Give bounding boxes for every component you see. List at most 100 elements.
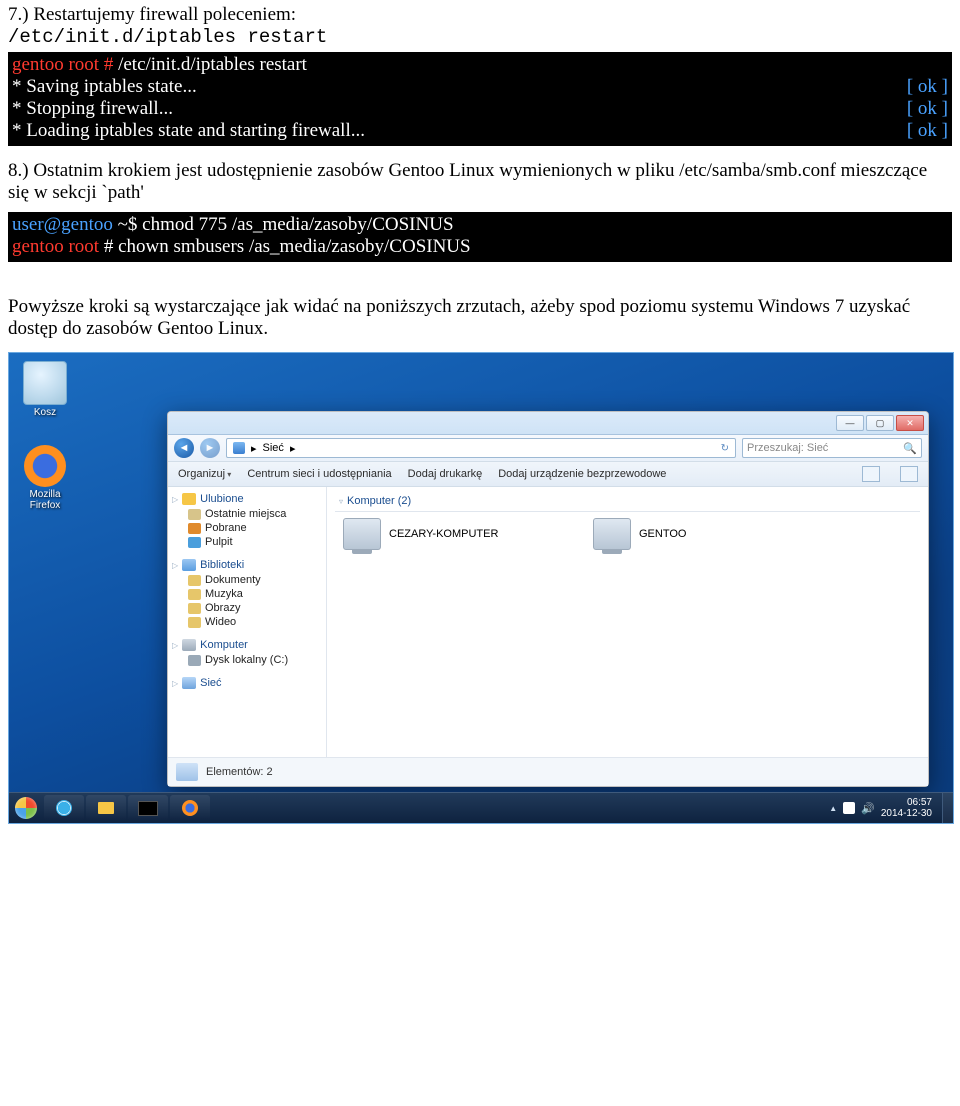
- address-sep: ▸: [251, 442, 257, 455]
- search-icon: 🔍: [903, 442, 917, 455]
- term2-l1-user: user@gentoo: [12, 214, 113, 235]
- term1-line-0-status: [ ok ]: [907, 76, 948, 98]
- sidebar-item-pictures-label: Obrazy: [205, 602, 240, 614]
- term1-prompt-cmd: /etc/init.d/iptables restart: [113, 54, 307, 75]
- volume-icon[interactable]: 🔊: [861, 802, 875, 815]
- term1-line-1-text: * Stopping firewall...: [12, 98, 173, 120]
- tray-clock[interactable]: 06:57 2014-12-30: [881, 797, 936, 819]
- nav-forward-button[interactable]: ►: [200, 438, 220, 458]
- sidebar-item-music-label: Muzyka: [205, 588, 243, 600]
- music-icon: [188, 589, 201, 600]
- terminal-block-1: gentoo root # /etc/init.d/iptables resta…: [8, 52, 952, 146]
- sidebar-item-music[interactable]: Muzyka: [172, 587, 322, 601]
- toolbar-add-wireless[interactable]: Dodaj urządzenie bezprzewodowe: [498, 468, 666, 480]
- term1-line-0: * Saving iptables state... [ ok ]: [12, 76, 948, 98]
- term2-l1-rest: ~$ chmod 775 /as_media/zasoby/COSINUS: [113, 214, 454, 235]
- sidebar-item-pictures[interactable]: Obrazy: [172, 601, 322, 615]
- help-button[interactable]: [900, 466, 918, 482]
- address-bar[interactable]: ▸ Sieć ▸ ↻: [226, 438, 736, 458]
- sidebar-item-cdrive[interactable]: Dysk lokalny (C:): [172, 653, 322, 667]
- term2-l2-rest: # chown smbusers /as_media/zasoby/COSINU…: [99, 236, 471, 257]
- address-label: Sieć: [263, 442, 284, 454]
- sidebar-favorites-header[interactable]: ▷Ulubione: [172, 493, 322, 505]
- action-center-icon[interactable]: [843, 802, 855, 814]
- sidebar-item-videos[interactable]: Wideo: [172, 615, 322, 629]
- sidebar-item-recent-label: Ostatnie miejsca: [205, 508, 286, 520]
- term1-prompt: gentoo root # /etc/init.d/iptables resta…: [12, 54, 948, 76]
- term1-line-1: * Stopping firewall... [ ok ]: [12, 98, 948, 120]
- sidebar-computer-header[interactable]: ▷Komputer: [172, 639, 322, 651]
- sidebar-libraries-label: Biblioteki: [200, 559, 244, 571]
- sidebar-item-downloads[interactable]: Pobrane: [172, 521, 322, 535]
- step7-cmd: /etc/init.d/iptables restart: [8, 26, 952, 48]
- section-header-label: Komputer (2): [347, 495, 411, 507]
- library-icon: [182, 559, 196, 571]
- term2-line-2: gentoo root # chown smbusers /as_media/z…: [12, 236, 948, 258]
- start-button[interactable]: [9, 793, 43, 823]
- sidebar-network: ▷Sieć: [172, 677, 322, 689]
- pc-icon: [593, 518, 631, 550]
- tray-expand-icon[interactable]: ▲: [829, 804, 837, 813]
- section-header-computers[interactable]: ▿Komputer (2): [335, 493, 920, 512]
- sidebar-item-documents[interactable]: Dokumenty: [172, 573, 322, 587]
- network-icon: [233, 442, 245, 454]
- network-computer-gentoo[interactable]: GENTOO: [593, 518, 813, 550]
- sidebar-favorites: ▷Ulubione Ostatnie miejsca Pobrane Pulpi…: [172, 493, 322, 549]
- taskbar-item-cmd[interactable]: [128, 795, 168, 821]
- explorer-window: — ▢ ✕ ◄ ► ▸ Sieć ▸ ↻ Przeszukaj: Sieć 🔍: [167, 411, 929, 787]
- term1-line-2: * Loading iptables state and starting fi…: [12, 120, 948, 142]
- sidebar-item-recent[interactable]: Ostatnie miejsca: [172, 507, 322, 521]
- term1-line-1-status: [ ok ]: [907, 98, 948, 120]
- tray-date: 2014-12-30: [881, 808, 932, 819]
- window-titlebar[interactable]: — ▢ ✕: [168, 412, 928, 435]
- term1-line-2-status: [ ok ]: [907, 120, 948, 142]
- network-computer-cezary[interactable]: CEZARY-KOMPUTER: [343, 518, 563, 550]
- address-sep-2: ▸: [290, 442, 296, 455]
- network-computer-cezary-label: CEZARY-KOMPUTER: [389, 528, 498, 540]
- firefox-label: Mozilla Firefox: [15, 489, 75, 511]
- sidebar-libraries-header[interactable]: ▷Biblioteki: [172, 559, 322, 571]
- sidebar-item-downloads-label: Pobrane: [205, 522, 247, 534]
- sidebar-network-label: Sieć: [200, 677, 221, 689]
- drive-icon: [188, 655, 201, 666]
- network-tree-icon: [182, 677, 196, 689]
- toolbar-organize[interactable]: Organizuj: [178, 468, 231, 480]
- videos-icon: [188, 617, 201, 628]
- recent-icon: [188, 509, 201, 520]
- explorer-statusbar: Elementów: 2: [168, 757, 928, 786]
- view-options-button[interactable]: [862, 466, 880, 482]
- firefox-icon: [24, 445, 66, 487]
- search-input[interactable]: Przeszukaj: Sieć 🔍: [742, 438, 922, 458]
- download-icon: [188, 523, 201, 534]
- recycle-bin-icon: [23, 361, 67, 405]
- sidebar-item-desktop[interactable]: Pulpit: [172, 535, 322, 549]
- window-maximize-button[interactable]: ▢: [866, 415, 894, 431]
- pc-icon: [343, 518, 381, 550]
- desktop-icon-firefox[interactable]: Mozilla Firefox: [15, 445, 75, 511]
- step7-intro: 7.) Restartujemy firewall poleceniem:: [8, 4, 952, 26]
- summary-text: Powyższe kroki są wystarczające jak wida…: [8, 296, 952, 340]
- taskbar-item-ie[interactable]: [44, 795, 84, 821]
- explorer-toolbar: Organizuj Centrum sieci i udostępniania …: [168, 462, 928, 487]
- window-close-button[interactable]: ✕: [896, 415, 924, 431]
- window-minimize-button[interactable]: —: [836, 415, 864, 431]
- show-desktop-button[interactable]: [942, 793, 953, 823]
- toolbar-add-printer[interactable]: Dodaj drukarkę: [408, 468, 483, 480]
- explorer-icon: [98, 802, 114, 814]
- sidebar-network-header[interactable]: ▷Sieć: [172, 677, 322, 689]
- refresh-icon[interactable]: ↻: [721, 443, 729, 454]
- term2-line-1: user@gentoo ~$ chmod 775 /as_media/zasob…: [12, 214, 948, 236]
- win7-desktop: Kosz Mozilla Firefox — ▢ ✕ ◄ ► ▸ Sieć ▸ …: [8, 352, 954, 824]
- nav-back-button[interactable]: ◄: [174, 438, 194, 458]
- taskbar-item-firefox[interactable]: [170, 795, 210, 821]
- status-network-icon: [176, 763, 198, 781]
- sidebar-favorites-label: Ulubione: [200, 493, 243, 505]
- step8-text: 8.) Ostatnim krokiem jest udostępnienie …: [8, 160, 952, 204]
- explorer-content: ▿Komputer (2) CEZARY-KOMPUTER GENTOO: [327, 487, 928, 757]
- taskbar-item-explorer[interactable]: [86, 795, 126, 821]
- desktop-icon-recycle-bin[interactable]: Kosz: [15, 361, 75, 418]
- explorer-sidebar: ▷Ulubione Ostatnie miejsca Pobrane Pulpi…: [168, 487, 327, 757]
- pictures-icon: [188, 603, 201, 614]
- computer-icon: [182, 639, 196, 651]
- toolbar-network-center[interactable]: Centrum sieci i udostępniania: [247, 468, 391, 480]
